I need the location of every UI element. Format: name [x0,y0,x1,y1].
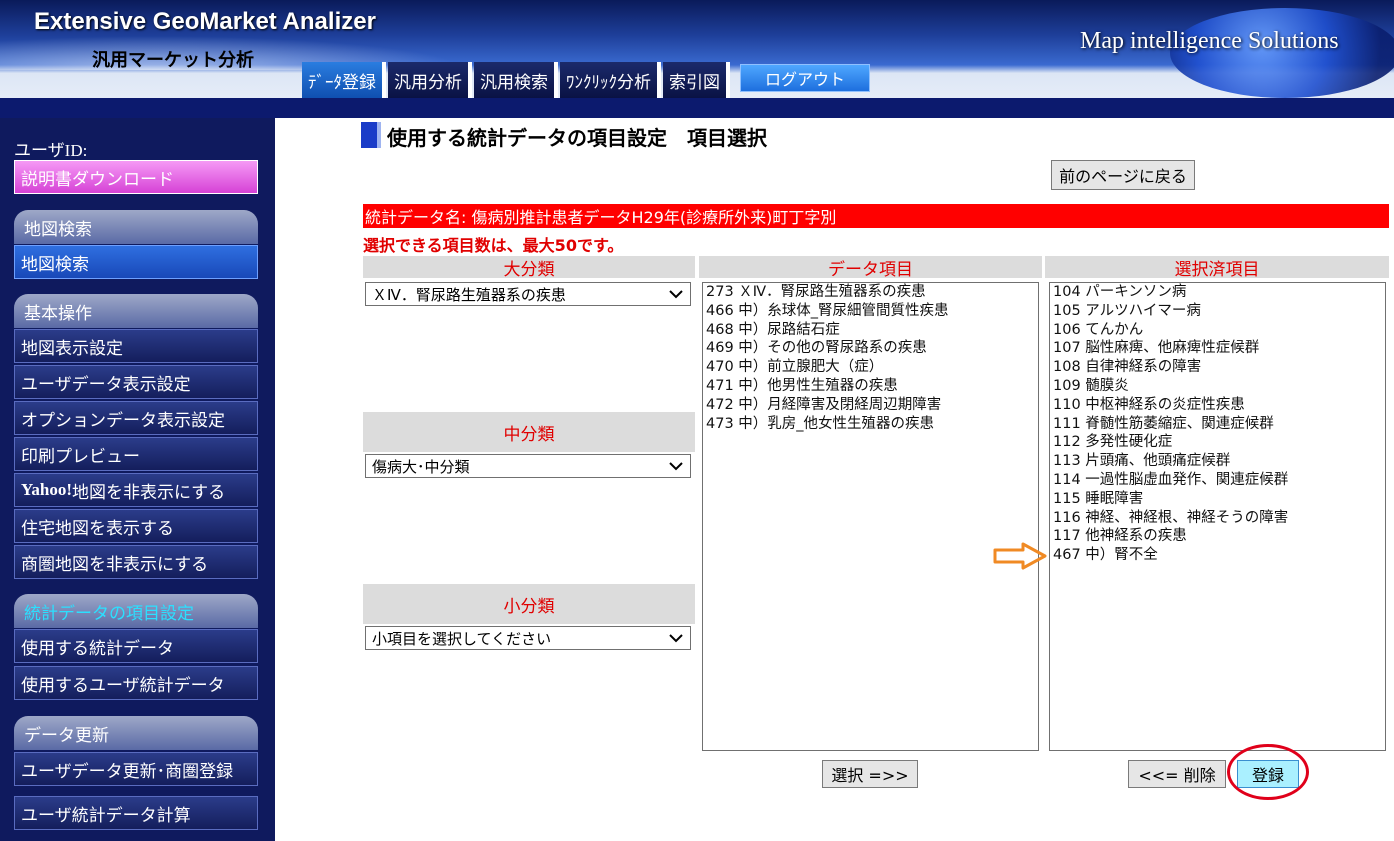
manual-download-button[interactable]: 説明書ダウンロード [14,160,258,194]
data-items-listbox[interactable]: 273 ＸⅣ．腎尿路生殖器系の疾患 466 中）糸球体_腎尿細管間質性疾患 468 … [702,282,1039,751]
major-category-header: 大分類 [363,256,695,280]
selected-item-option[interactable]: 112 多発性硬化症 [1050,433,1385,452]
selected-item-option[interactable]: 104 パーキンソン病 [1050,283,1385,302]
minor-category-value: 小項目を選択してください [372,629,552,648]
data-item-option[interactable]: 471 中）他男性生殖器の疾患 [703,377,1038,396]
chevron-down-icon [669,634,683,643]
selected-item-option[interactable]: 108 自律神経系の障害 [1050,358,1385,377]
chevron-down-icon [669,462,683,471]
yahoo-rest-text: 地図を非表示にする [72,482,226,503]
tab-index-map[interactable]: 索引図 [663,62,730,98]
sidebar-heading-map-search: 地図検索 [14,210,258,244]
sidebar-heading-basic-ops: 基本操作 [14,294,258,328]
selected-item-option[interactable]: 114 一過性脳虚血発作、関連症候群 [1050,471,1385,490]
tab-general-analysis[interactable]: 汎用分析 [388,62,472,98]
data-item-option[interactable]: 273 ＸⅣ．腎尿路生殖器系の疾患 [703,283,1038,302]
data-items-header: データ項目 [699,256,1042,280]
sidebar-item-map-search[interactable]: 地図検索 [14,245,258,279]
sidebar-item-use-stat-data[interactable]: 使用する統計データ [14,629,258,663]
sidebar-item-show-housing-map[interactable]: 住宅地図を表示する [14,509,258,543]
selected-item-option[interactable]: 105 アルツハイマー病 [1050,302,1385,321]
data-item-option[interactable]: 469 中）その他の腎尿路系の疾患 [703,339,1038,358]
selected-item-option[interactable]: 113 片頭痛、他頭痛症候群 [1050,452,1385,471]
selected-item-option[interactable]: 117 他神経系の疾患 [1050,527,1385,546]
title-marker-icon [361,122,381,148]
page-title: 使用する統計データの項目設定 項目選択 [387,126,767,150]
sidebar-item-hide-yahoo-map[interactable]: Yahoo! 地図を非表示にする [14,473,258,507]
dataset-name-bar: 統計データ名: 傷病別推計患者データH29年(診療所外来)町丁字別 [363,204,1389,228]
brand-logo-text: Map intelligence Solutions [1080,28,1339,54]
data-item-option[interactable]: 472 中）月経障害及閉経周辺期障害 [703,396,1038,415]
selected-item-option[interactable]: 109 髄膜炎 [1050,377,1385,396]
sidebar-heading-stat-settings: 統計データの項目設定 [14,594,258,628]
sidebar-item-user-stat-calc[interactable]: ユーザ統計データ計算 [14,796,258,830]
data-item-option[interactable]: 470 中）前立腺肥大（症） [703,358,1038,377]
major-category-value: ＸⅣ．腎尿路生殖器系の疾患 [372,285,566,304]
sidebar-item-user-data-display[interactable]: ユーザデータ表示設定 [14,365,258,399]
minor-category-select[interactable]: 小項目を選択してください [365,626,691,650]
sidebar-item-option-data-display[interactable]: オプションデータ表示設定 [14,401,258,435]
sidebar: ユーザID: 説明書ダウンロード 地図検索 地図検索 基本操作 地図表示設定 ユ… [0,118,275,841]
header-band [0,98,1394,118]
arrow-right-icon [993,542,1047,570]
user-id-label: ユーザID: [14,141,88,160]
data-item-option[interactable]: 466 中）糸球体_腎尿細管間質性疾患 [703,302,1038,321]
tab-data-register[interactable]: ﾃﾞｰﾀ登録 [302,62,386,98]
selected-item-option[interactable]: 110 中枢神経系の炎症性疾患 [1050,396,1385,415]
app-title: Extensive GeoMarket Analizer [34,8,376,35]
middle-category-value: 傷病大･中分類 [372,457,470,476]
select-add-button[interactable]: 選択 =>> [822,760,918,788]
highlight-circle [1227,744,1309,800]
logout-button[interactable]: ログアウト [740,64,871,92]
middle-category-header: 中分類 [363,412,695,452]
selected-item-option[interactable]: 115 睡眠障害 [1050,490,1385,509]
sidebar-item-user-data-update[interactable]: ユーザデータ更新･商圏登録 [14,752,258,786]
sidebar-item-map-display[interactable]: 地図表示設定 [14,329,258,363]
limit-note: 選択できる項目数は、最大50です。 [363,236,624,255]
selected-items-header: 選択済項目 [1045,256,1389,280]
back-button[interactable]: 前のページに戻る [1051,160,1195,190]
major-category-select[interactable]: ＸⅣ．腎尿路生殖器系の疾患 [365,282,691,306]
delete-button[interactable]: <<= 削除 [1128,760,1226,788]
app-header: Extensive GeoMarket Analizer 汎用マーケット分析 M… [0,0,1394,118]
sidebar-item-print-preview[interactable]: 印刷プレビュー [14,437,258,471]
data-item-option[interactable]: 473 中）乳房_他女性生殖器の疾患 [703,415,1038,434]
middle-category-select[interactable]: 傷病大･中分類 [365,454,691,478]
main-content: 使用する統計データの項目設定 項目選択 前のページに戻る 統計データ名: 傷病別… [275,118,1394,841]
selected-item-option[interactable]: 107 脳性麻痺、他麻痺性症候群 [1050,339,1385,358]
minor-category-header: 小分類 [363,584,695,624]
main-tabs: ﾃﾞｰﾀ登録 汎用分析 汎用検索 ﾜﾝｸﾘｯｸ分析 索引図 ログアウト [302,62,871,98]
app-subtitle: 汎用マーケット分析 [92,50,254,71]
selected-item-option[interactable]: 467 中）腎不全 [1050,546,1385,565]
sidebar-heading-data-update: データ更新 [14,716,258,750]
tab-general-search[interactable]: 汎用検索 [474,62,558,98]
yahoo-bold-text: Yahoo! [21,480,73,499]
selected-items-listbox[interactable]: 104 パーキンソン病 105 アルツハイマー病 106 てんかん 107 脳性麻痺、… [1049,282,1386,751]
selected-item-option[interactable]: 116 神経、神経根、神経そうの障害 [1050,509,1385,528]
tab-one-click-analysis[interactable]: ﾜﾝｸﾘｯｸ分析 [560,62,661,98]
sidebar-item-hide-trade-area[interactable]: 商圏地図を非表示にする [14,545,258,579]
selected-item-option[interactable]: 111 脊髄性筋萎縮症、関連症候群 [1050,415,1385,434]
data-item-option[interactable]: 468 中）尿路結石症 [703,321,1038,340]
selected-item-option[interactable]: 106 てんかん [1050,321,1385,340]
chevron-down-icon [669,290,683,299]
sidebar-item-use-user-stat-data[interactable]: 使用するユーザ統計データ [14,666,258,700]
